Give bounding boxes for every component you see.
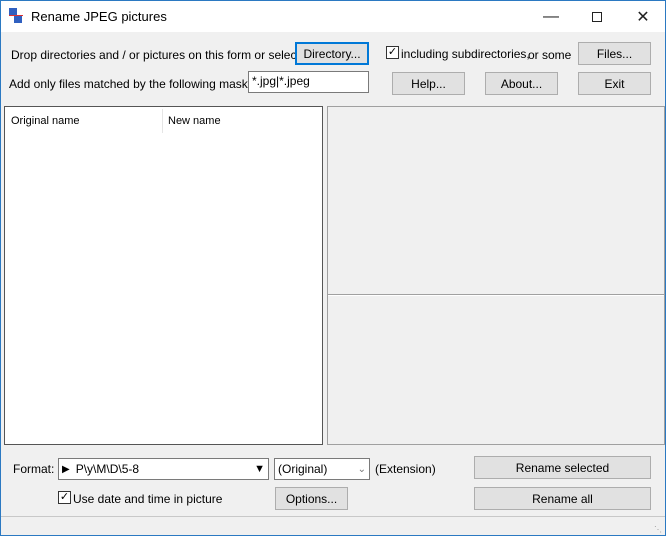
maximize-icon[interactable] <box>574 1 620 32</box>
minimize-icon[interactable]: — <box>528 1 574 32</box>
drop-label: Drop directories and / or pictures on th… <box>11 48 310 62</box>
include-subdirectories-label: including subdirectories, <box>401 47 530 61</box>
chevron-down-icon: ⌄ <box>357 463 366 475</box>
dropdown-arrow-icon: ▼ <box>254 463 265 475</box>
files-button[interactable]: Files... <box>578 42 651 65</box>
preview-panel <box>327 106 665 445</box>
preview-splitter[interactable] <box>328 294 664 296</box>
help-button[interactable]: Help... <box>392 72 465 95</box>
format-value: P\y\M\D\5-8 <box>75 462 140 476</box>
play-icon: ▶ <box>62 463 70 475</box>
app-picture-icon <box>9 8 23 24</box>
close-icon[interactable]: ✕ <box>620 1 666 32</box>
format-combobox[interactable]: ▶ P\y\M\D\5-8 ▼ <box>58 458 269 480</box>
extension-value: (Original) <box>278 462 328 476</box>
use-date-checkbox[interactable]: ✓ <box>58 491 71 504</box>
window-title: Rename JPEG pictures <box>31 9 167 24</box>
mask-label: Add only files matched by the following … <box>9 77 269 91</box>
status-bar: ⋱ <box>1 516 665 536</box>
options-button[interactable]: Options... <box>275 487 348 510</box>
format-label: Format: <box>13 462 55 476</box>
rename-all-button[interactable]: Rename all <box>474 487 651 510</box>
column-header-new-name[interactable]: New name <box>168 115 221 127</box>
column-header-original-name[interactable]: Original name <box>11 115 79 127</box>
checkmark-icon: ✓ <box>59 491 70 503</box>
title-bar: Rename JPEG pictures — ✕ <box>1 1 665 32</box>
resize-grip-icon[interactable]: ⋱ <box>654 525 662 534</box>
include-subdirectories-checkbox[interactable]: ✓ <box>386 46 399 59</box>
rename-selected-button[interactable]: Rename selected <box>474 456 651 479</box>
directory-button[interactable]: Directory... <box>295 42 369 65</box>
column-divider[interactable] <box>162 109 163 133</box>
extension-select[interactable]: (Original) ⌄ <box>274 458 370 480</box>
about-button[interactable]: About... <box>485 72 558 95</box>
or-some-label: or some <box>528 48 572 62</box>
mask-input[interactable]: *.jpg|*.jpeg <box>248 71 369 93</box>
exit-button[interactable]: Exit <box>578 72 651 95</box>
extension-label: (Extension) <box>375 462 436 476</box>
checkmark-icon: ✓ <box>387 46 398 58</box>
use-date-label: Use date and time in picture <box>73 492 223 506</box>
file-list[interactable]: Original name New name <box>4 106 323 445</box>
